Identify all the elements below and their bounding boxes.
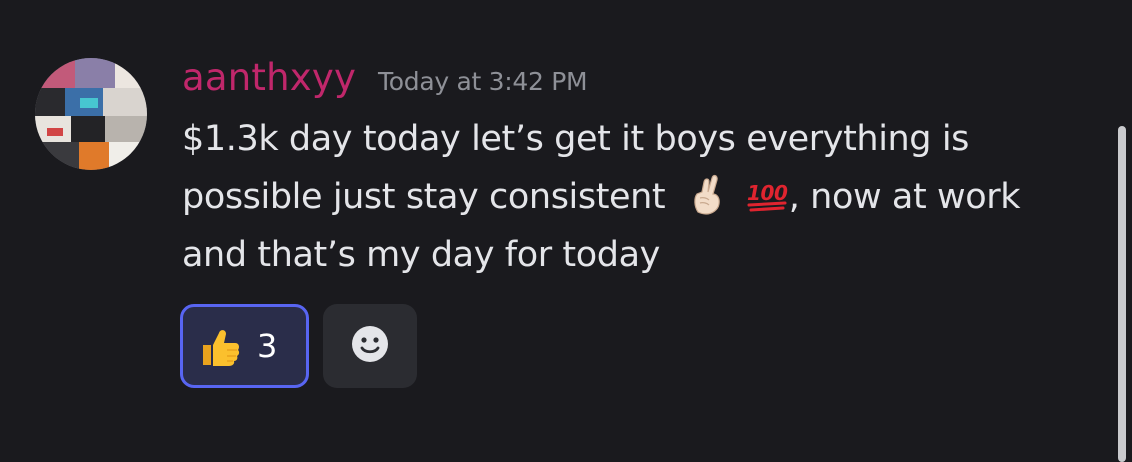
- smiley-face-icon: [350, 324, 390, 368]
- chat-view: aanthxyy Today at 3:42 PM $1.3k day toda…: [0, 0, 1132, 462]
- chat-message: aanthxyy Today at 3:42 PM $1.3k day toda…: [0, 0, 1132, 462]
- message-text: , now at work: [788, 177, 1021, 217]
- avatar[interactable]: [35, 58, 147, 170]
- reaction-thumbs-up[interactable]: 3: [180, 304, 309, 388]
- username[interactable]: aanthxyy: [182, 56, 356, 99]
- timestamp[interactable]: Today at 3:42 PM: [378, 67, 588, 96]
- reactions-bar: 3: [180, 304, 417, 388]
- svg-text:100: 100: [747, 181, 788, 205]
- crossed-fingers-emoji: [686, 172, 730, 216]
- avatar-image: [35, 58, 147, 170]
- message-header: aanthxyy Today at 3:42 PM: [182, 56, 588, 106]
- hundred-points-emoji: 100: [745, 172, 789, 216]
- thumbs-up-emoji: [197, 323, 243, 369]
- message-text: $1.3k day today let’s get it boys everyt…: [182, 119, 970, 159]
- message-line: and that’s my day for today: [182, 226, 1112, 284]
- message-content: $1.3k day today let’s get it boys everyt…: [182, 110, 1112, 284]
- message-line: $1.3k day today let’s get it boys everyt…: [182, 110, 1112, 168]
- reaction-count: 3: [257, 327, 278, 365]
- scrollbar[interactable]: [1118, 126, 1126, 462]
- add-reaction-button[interactable]: [323, 304, 417, 388]
- message-text: possible just stay consistent: [182, 177, 666, 217]
- message-text: and that’s my day for today: [182, 235, 660, 275]
- message-line: possible just stay consistent 100 , now …: [182, 168, 1112, 226]
